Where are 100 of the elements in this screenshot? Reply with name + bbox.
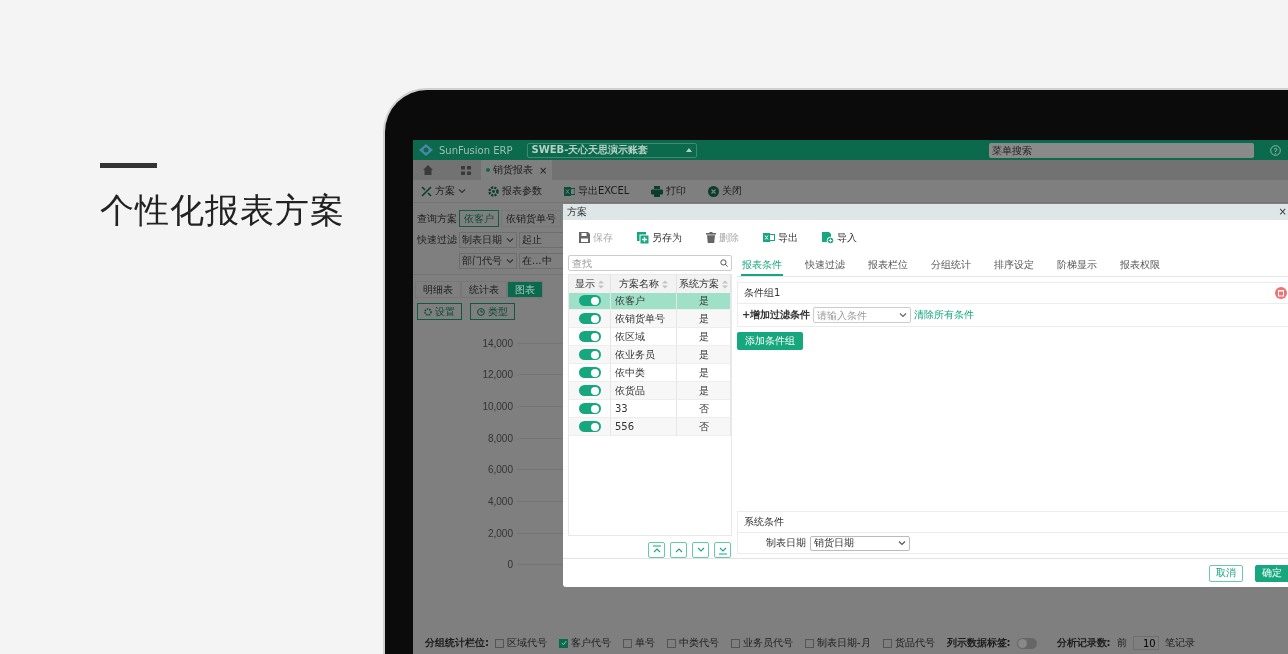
sort-icon[interactable]: [662, 279, 668, 289]
grid-icon[interactable]: [461, 165, 471, 175]
scheme-row[interactable]: 556 否: [569, 418, 731, 436]
chevron-down-icon: [506, 236, 514, 243]
chevron-down-icon: [899, 312, 908, 318]
view-tab[interactable]: 明细表: [415, 281, 461, 298]
search-field[interactable]: 查找: [568, 255, 732, 271]
scheme-row[interactable]: 依货品 是: [569, 382, 731, 400]
toolbar-button[interactable]: 导出EXCEL: [564, 184, 630, 198]
toggle-switch[interactable]: [1016, 637, 1037, 649]
checkbox[interactable]: [667, 638, 676, 648]
axis-label: 0: [506, 559, 513, 571]
table-cell: 依销货单号: [611, 310, 677, 328]
checkbox[interactable]: [882, 638, 892, 648]
confirm-button[interactable]: 确定: [1255, 564, 1288, 582]
close-button[interactable]: ×: [1278, 207, 1287, 217]
view-tab[interactable]: 统计表: [461, 281, 507, 298]
spreadsheet-icon: [564, 185, 575, 197]
field-select[interactable]: 制表日期: [459, 231, 517, 248]
gear-icon: [424, 307, 432, 316]
sort-icon[interactable]: [598, 279, 604, 289]
toggle-switch[interactable]: [578, 421, 601, 432]
field-label: 分析记录数:: [1056, 636, 1111, 650]
condition-select[interactable]: 请输入条件: [813, 307, 912, 323]
toolbar-button[interactable]: 方案: [421, 184, 466, 198]
axis-label: 4,000: [486, 495, 513, 507]
chart-button[interactable]: 类型: [470, 303, 515, 320]
logo-icon: [419, 144, 433, 156]
account-select[interactable]: SWEB-天心天思演示账套: [526, 142, 697, 158]
checkbox[interactable]: [623, 638, 632, 648]
move-to-top-button[interactable]: [648, 542, 665, 558]
field-select[interactable]: 部门代号: [459, 252, 517, 269]
settings-tab[interactable]: 快速过滤: [804, 255, 846, 276]
search-icon: [720, 259, 728, 267]
page-tab[interactable]: 销货报表 ×: [481, 160, 553, 180]
add-group-button[interactable]: 添加条件组: [737, 332, 803, 350]
record-count-field[interactable]: 10: [1132, 636, 1159, 650]
axis-label: 12,000: [481, 369, 513, 381]
checkbox[interactable]: [559, 638, 568, 648]
table-cell: 依业务员: [611, 346, 677, 364]
toolbar-button[interactable]: 关闭: [708, 184, 743, 198]
settings-tab[interactable]: 报表权限: [1119, 255, 1161, 276]
table-cell: 556: [611, 418, 677, 436]
home-icon[interactable]: [423, 165, 433, 175]
move-up-button[interactable]: [670, 542, 687, 558]
trash-icon: [706, 232, 716, 243]
scheme-row[interactable]: 依业务员 是: [569, 346, 731, 364]
move-to-bottom-button[interactable]: [714, 542, 731, 558]
scheme-option[interactable]: 依销货单号: [501, 210, 561, 227]
toolbar-button[interactable]: 另存为: [637, 230, 682, 245]
add-filter-label[interactable]: +增加过滤条件: [742, 308, 811, 322]
document-plus-icon: [822, 231, 834, 244]
close-icon[interactable]: ×: [539, 164, 548, 176]
toggle-switch[interactable]: [578, 385, 601, 396]
sort-icon[interactable]: [722, 279, 728, 289]
scheme-option[interactable]: 依客户: [459, 210, 499, 227]
section-title: 系统条件: [744, 515, 784, 529]
toggle-switch[interactable]: [578, 331, 601, 342]
page-title: 个性化报表方案: [100, 189, 346, 232]
chevron-down-icon: [458, 188, 466, 194]
checkbox[interactable]: [495, 638, 504, 648]
date-field-select[interactable]: 销货日期: [810, 535, 910, 551]
column-header[interactable]: 系统方案: [677, 275, 731, 293]
toggle-switch[interactable]: [578, 295, 601, 306]
settings-tab[interactable]: 排序设定: [993, 255, 1035, 276]
view-tab[interactable]: 图表: [507, 281, 543, 298]
settings-tab[interactable]: 分组统计: [930, 255, 972, 276]
table-cell: 依货品: [611, 382, 677, 400]
checkbox-label: 客户代号: [571, 636, 611, 650]
toggle-switch[interactable]: [578, 313, 601, 324]
column-header[interactable]: 显示: [569, 275, 611, 293]
column-header[interactable]: 方案名称: [611, 275, 677, 293]
clear-conditions-link[interactable]: 清除所有条件: [914, 308, 975, 322]
field-label: 制表日期: [766, 536, 806, 550]
dialog-title: 方案: [567, 205, 587, 219]
chart-button[interactable]: 设置: [417, 303, 462, 320]
menu-search-field[interactable]: 菜单搜索: [989, 142, 1254, 158]
help-icon[interactable]: [1270, 144, 1281, 156]
scheme-row[interactable]: 依销货单号 是: [569, 310, 731, 328]
toolbar-button[interactable]: 报表参数: [488, 184, 542, 198]
checkbox-label: 货品代号: [894, 636, 935, 650]
checkbox[interactable]: [731, 638, 740, 648]
toggle-switch[interactable]: [578, 367, 601, 378]
settings-tab[interactable]: 报表栏位: [867, 255, 909, 276]
toolbar-button[interactable]: 打印: [651, 184, 687, 198]
checkbox[interactable]: [805, 638, 814, 648]
settings-tab[interactable]: 报表条件: [741, 255, 783, 276]
toggle-switch[interactable]: [578, 349, 601, 360]
chevron-down-icon: [506, 257, 514, 264]
toolbar-button[interactable]: 导入: [822, 230, 857, 245]
move-down-button[interactable]: [692, 542, 709, 558]
settings-tab[interactable]: 阶梯显示: [1056, 255, 1098, 276]
axis-label: 14,000: [481, 337, 513, 349]
toggle-switch[interactable]: [578, 403, 601, 414]
checkbox-label: 业务员代号: [743, 636, 793, 650]
printer-icon: [651, 185, 664, 197]
delete-icon[interactable]: [1275, 287, 1287, 299]
cancel-button[interactable]: 取消: [1209, 564, 1243, 582]
axis-label: 6,000: [486, 464, 513, 476]
toolbar-button[interactable]: 导出: [763, 230, 798, 245]
